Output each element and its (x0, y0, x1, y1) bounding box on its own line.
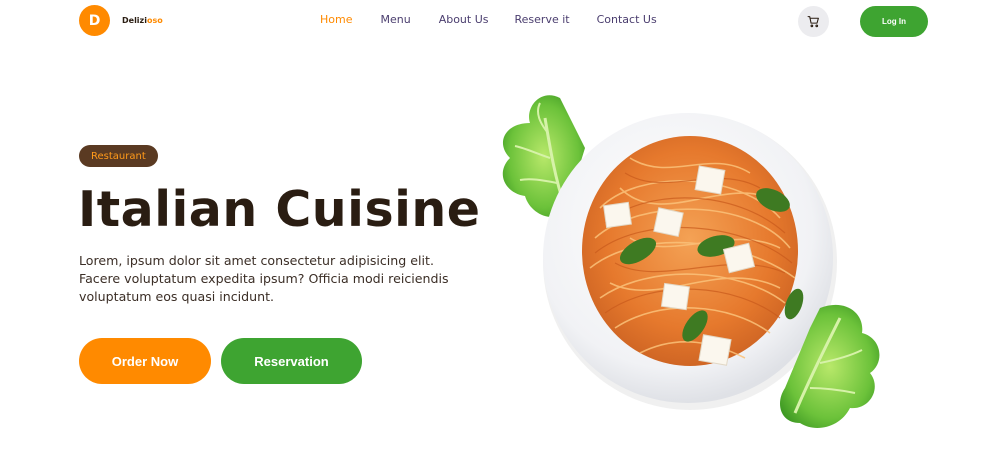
top-navbar: D Delizioso Home Menu About Us Reserve i… (0, 0, 982, 44)
hero-title: Italian Cuisine (78, 181, 481, 238)
spaghetti-plate-image (502, 95, 880, 428)
reservation-button[interactable]: Reservation (221, 338, 362, 384)
nav-about-us[interactable]: About Us (439, 13, 489, 26)
category-badge: Restaurant (79, 145, 158, 167)
nav-contact-us[interactable]: Contact Us (597, 13, 657, 26)
hero-description: Lorem, ipsum dolor sit amet consectetur … (79, 253, 449, 304)
main-menu: Home Menu About Us Reserve it Contact Us (320, 13, 657, 26)
order-now-button[interactable]: Order Now (79, 338, 211, 384)
nav-menu[interactable]: Menu (380, 13, 410, 26)
cart-icon (807, 16, 819, 28)
logo-badge: D (79, 5, 110, 36)
logo[interactable]: D Delizioso (79, 5, 163, 36)
nav-home[interactable]: Home (320, 13, 352, 26)
login-button[interactable]: Log In (860, 6, 928, 37)
logo-name-part1: Delizi (122, 16, 147, 25)
logo-name-part2: oso (146, 16, 163, 25)
logo-text: Delizioso (122, 16, 163, 25)
cart-button[interactable] (798, 6, 829, 37)
nav-reserve-it[interactable]: Reserve it (515, 13, 570, 26)
